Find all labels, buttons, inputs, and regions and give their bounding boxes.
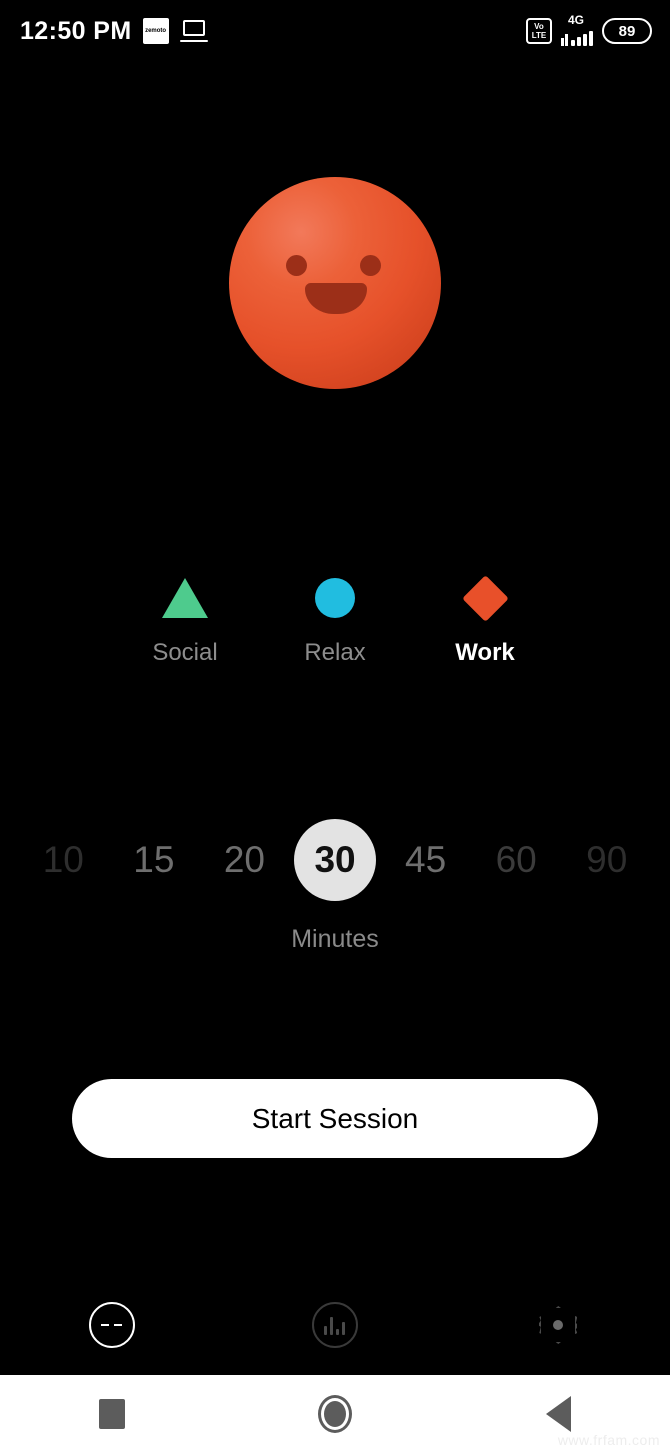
tab-stats[interactable] <box>223 1302 446 1348</box>
start-session-button[interactable]: Start Session <box>72 1079 598 1158</box>
signal-bars-icon <box>571 31 593 46</box>
laptop-screen <box>182 20 205 36</box>
duration-option-45[interactable]: 45 <box>380 839 471 881</box>
network-type-label: 4G <box>568 13 585 27</box>
status-time: 12:50 PM <box>20 16 132 45</box>
android-nav-bar: www.frfam.com <box>0 1375 670 1452</box>
duration-option-10[interactable]: 10 <box>18 839 109 881</box>
battery-level: 89 <box>618 22 636 40</box>
duration-option-60[interactable]: 60 <box>471 839 562 881</box>
smile-icon <box>305 282 367 314</box>
category-item-social[interactable]: Social <box>110 575 260 667</box>
duration-option-15[interactable]: 15 <box>109 839 200 881</box>
tab-settings[interactable] <box>447 1306 670 1344</box>
category-label-work: Work <box>455 639 515 666</box>
bottom-tab-bar <box>0 1292 670 1358</box>
app-badge-icon: zemoto <box>142 18 169 44</box>
duration-value-90: 90 <box>586 839 628 880</box>
nav-recents-button[interactable] <box>77 1389 147 1439</box>
battery-icon: 89 <box>602 18 652 44</box>
diamond-icon <box>461 574 509 622</box>
face-timer-icon <box>88 1302 135 1348</box>
category-item-relax[interactable]: Relax <box>260 575 410 667</box>
laptop-base <box>179 40 208 42</box>
chart-bars <box>324 1315 346 1335</box>
tab-timer[interactable] <box>0 1302 223 1348</box>
duration-option-20[interactable]: 20 <box>199 839 290 881</box>
volte-top: Vo <box>534 22 544 31</box>
app-badge-label: zemoto <box>145 28 167 34</box>
volte-bottom: LTE <box>531 31 547 40</box>
duration-picker[interactable]: 10 15 20 30 45 60 90 <box>0 819 670 901</box>
category-selector: Social Relax Work <box>0 574 670 667</box>
status-bar: 12:50 PM zemoto Vo LTE 4G 89 <box>0 0 670 62</box>
triangle-back-icon <box>545 1395 571 1432</box>
focus-orb-emoji <box>229 176 441 389</box>
category-item-work[interactable]: Work <box>410 574 560 667</box>
circle-icon <box>317 1394 352 1433</box>
duration-unit-label: Minutes <box>291 925 379 953</box>
gear-hub <box>553 1320 564 1330</box>
laptop-icon <box>179 20 208 42</box>
eye-left-icon <box>286 254 307 276</box>
nav-home-button[interactable] <box>300 1389 370 1439</box>
bar-chart-icon <box>311 1302 358 1348</box>
duration-value-60: 60 <box>495 839 537 880</box>
duration-value-45: 45 <box>405 839 447 880</box>
duration-value-10: 10 <box>42 839 84 880</box>
signal-4g-icon: 4G <box>561 13 593 46</box>
category-label-social: Social <box>152 639 218 666</box>
app-screen: 12:50 PM zemoto Vo LTE 4G 89 Social Rela… <box>0 0 670 1452</box>
duration-value-20: 20 <box>223 839 266 880</box>
duration-value-30: 30 <box>314 839 356 880</box>
nav-back-button[interactable] <box>523 1389 593 1439</box>
watermark: www.frfam.com <box>557 1432 660 1448</box>
duration-option-90[interactable]: 90 <box>561 839 652 881</box>
status-bar-left: 12:50 PM zemoto <box>20 17 208 46</box>
avatar-area <box>0 175 670 390</box>
circle-icon <box>312 575 358 621</box>
category-label-relax: Relax <box>304 639 366 666</box>
duration-value-15: 15 <box>133 839 175 880</box>
eye-right-icon <box>360 254 381 276</box>
duration-option-30-selected[interactable]: 30 <box>290 819 381 901</box>
square-icon <box>98 1398 125 1429</box>
triangle-icon <box>162 575 208 621</box>
face-dashes <box>101 1324 123 1326</box>
status-bar-right: Vo LTE 4G 89 <box>526 13 652 46</box>
volte-icon: Vo LTE <box>526 18 552 44</box>
data-arrows-icon <box>561 34 568 46</box>
gear-icon <box>539 1306 578 1344</box>
